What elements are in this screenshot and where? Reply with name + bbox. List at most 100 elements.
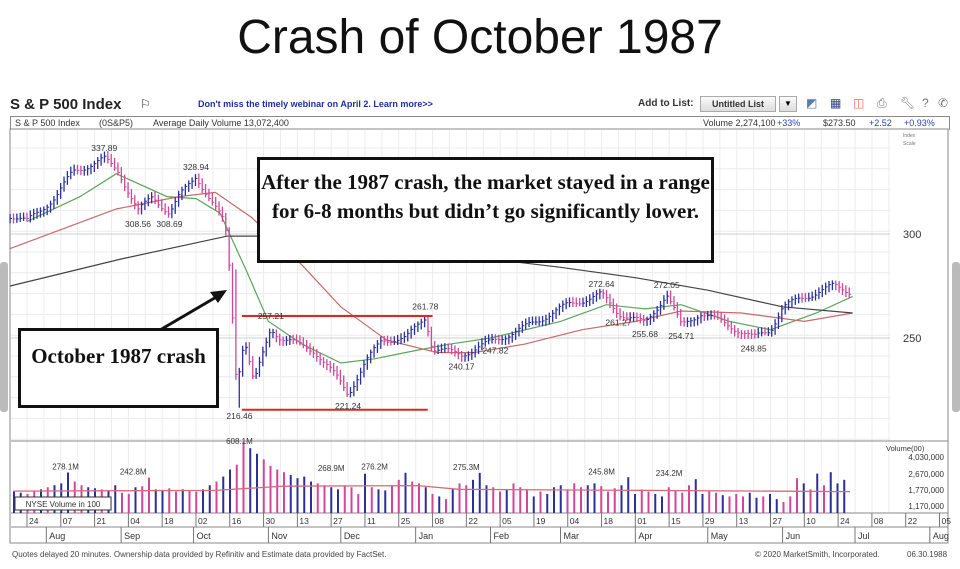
right-scroll-tab[interactable] — [952, 262, 960, 412]
volume-bar — [431, 493, 434, 513]
month-tick-label: Mar — [563, 531, 579, 541]
volume-bar — [843, 479, 846, 513]
volume-bar — [222, 476, 225, 513]
day-tick-label: 08 — [435, 516, 445, 526]
volume-bar — [694, 479, 697, 513]
volume-label: 278.1M — [52, 462, 79, 471]
volume-bar — [809, 489, 812, 513]
volume-bar — [208, 485, 211, 513]
price-label: 272.05 — [654, 280, 680, 290]
day-tick-label: 24 — [29, 516, 39, 526]
day-tick-label: 16 — [232, 516, 242, 526]
volume-bar — [688, 485, 690, 513]
day-tick-label: 13 — [299, 516, 309, 526]
volume-bar — [661, 496, 663, 513]
volume-bar — [215, 481, 218, 513]
volume-bar — [168, 488, 171, 513]
day-tick-label: 08 — [874, 516, 884, 526]
volume-bar — [526, 489, 528, 513]
volume-bar — [256, 453, 258, 513]
volume-bar — [343, 485, 346, 513]
month-tick-label: Nov — [271, 531, 288, 541]
volume-bar — [580, 487, 582, 513]
month-tick-label: Aug — [933, 531, 949, 541]
volume-label: 275.3M — [453, 463, 480, 472]
volume-bar — [553, 487, 555, 513]
volume-bar — [188, 490, 191, 513]
volume-bar — [276, 469, 279, 513]
day-tick-label: 19 — [536, 516, 546, 526]
price-label: 308.69 — [156, 219, 182, 229]
volume-bar — [674, 490, 677, 513]
volume-bar — [775, 499, 778, 513]
day-tick-label: 07 — [63, 516, 73, 526]
volume-bar — [593, 483, 596, 513]
volume-bar — [701, 493, 704, 513]
volume-bar — [337, 489, 339, 513]
volume-bar — [654, 493, 657, 513]
footer-copyright: © 2020 MarketSmith, Incorporated. — [755, 550, 880, 559]
volume-bar — [397, 479, 400, 513]
volume-bar — [350, 487, 353, 513]
day-tick-label: 22 — [908, 516, 918, 526]
day-tick-label: 22 — [468, 516, 478, 526]
month-tick-label: Dec — [344, 531, 361, 541]
day-tick-label: 29 — [705, 516, 715, 526]
volume-legend: NYSE Volume in 100 — [26, 500, 101, 509]
volume-bar — [492, 487, 495, 513]
price-axis-label: Scale — [903, 141, 916, 147]
volume-bar — [323, 485, 326, 513]
volume-bar — [316, 483, 319, 513]
volume-bar — [330, 487, 333, 513]
day-tick-label: 05 — [502, 516, 512, 526]
day-tick-label: 13 — [739, 516, 749, 526]
volume-label: 276.2M — [361, 463, 388, 472]
volume-bar — [303, 476, 306, 513]
volume-bar — [519, 487, 522, 513]
day-tick-label: 27 — [773, 516, 783, 526]
volume-bar — [404, 472, 407, 513]
volume-tick-label: 4,030,000 — [908, 453, 944, 462]
volume-bar — [735, 493, 738, 513]
volume-bar — [364, 473, 366, 513]
day-tick-label: 18 — [604, 516, 614, 526]
day-tick-label: 25 — [401, 516, 411, 526]
range-annotation: After the 1987 crash, the market stayed … — [257, 157, 714, 263]
volume-label: 608.1M — [226, 437, 253, 446]
price-label: 248.85 — [741, 343, 767, 353]
day-tick-label: 24 — [840, 516, 850, 526]
volume-tick-label: 1,770,000 — [908, 486, 944, 495]
month-tick-label: Feb — [493, 531, 509, 541]
volume-bar — [229, 469, 231, 513]
volume-bar — [512, 483, 515, 513]
day-tick-label: 02 — [198, 516, 208, 526]
volume-bar — [370, 487, 373, 513]
volume-bar — [505, 489, 508, 513]
volume-bar — [438, 496, 441, 513]
volume-bar — [202, 489, 204, 513]
volume-label: 242.8M — [120, 468, 147, 477]
volume-bar — [607, 491, 609, 513]
day-tick-label: 04 — [570, 516, 580, 526]
left-scroll-tab[interactable] — [0, 262, 8, 412]
price-label: 261.78 — [412, 301, 438, 311]
volume-average-line — [12, 484, 851, 493]
price-label: 247.82 — [482, 346, 508, 356]
volume-bar — [620, 485, 623, 513]
volume-axis-label: Volume(00) — [886, 444, 925, 453]
volume-bar — [445, 499, 447, 513]
volume-bar — [647, 491, 650, 513]
volume-bar — [296, 478, 299, 513]
volume-bar — [573, 483, 576, 513]
footer-date: 06.30.1988 — [907, 550, 948, 559]
month-tick-label: Jul — [858, 531, 870, 541]
volume-bar — [782, 501, 785, 513]
volume-bar — [769, 493, 771, 513]
volume-bar — [796, 478, 798, 513]
volume-label: 234.2M — [656, 469, 683, 478]
volume-bar — [478, 472, 481, 513]
volume-bar — [816, 473, 819, 513]
volume-bar — [262, 459, 265, 513]
price-label: 261.27 — [605, 318, 631, 328]
volume-bar — [634, 493, 636, 513]
